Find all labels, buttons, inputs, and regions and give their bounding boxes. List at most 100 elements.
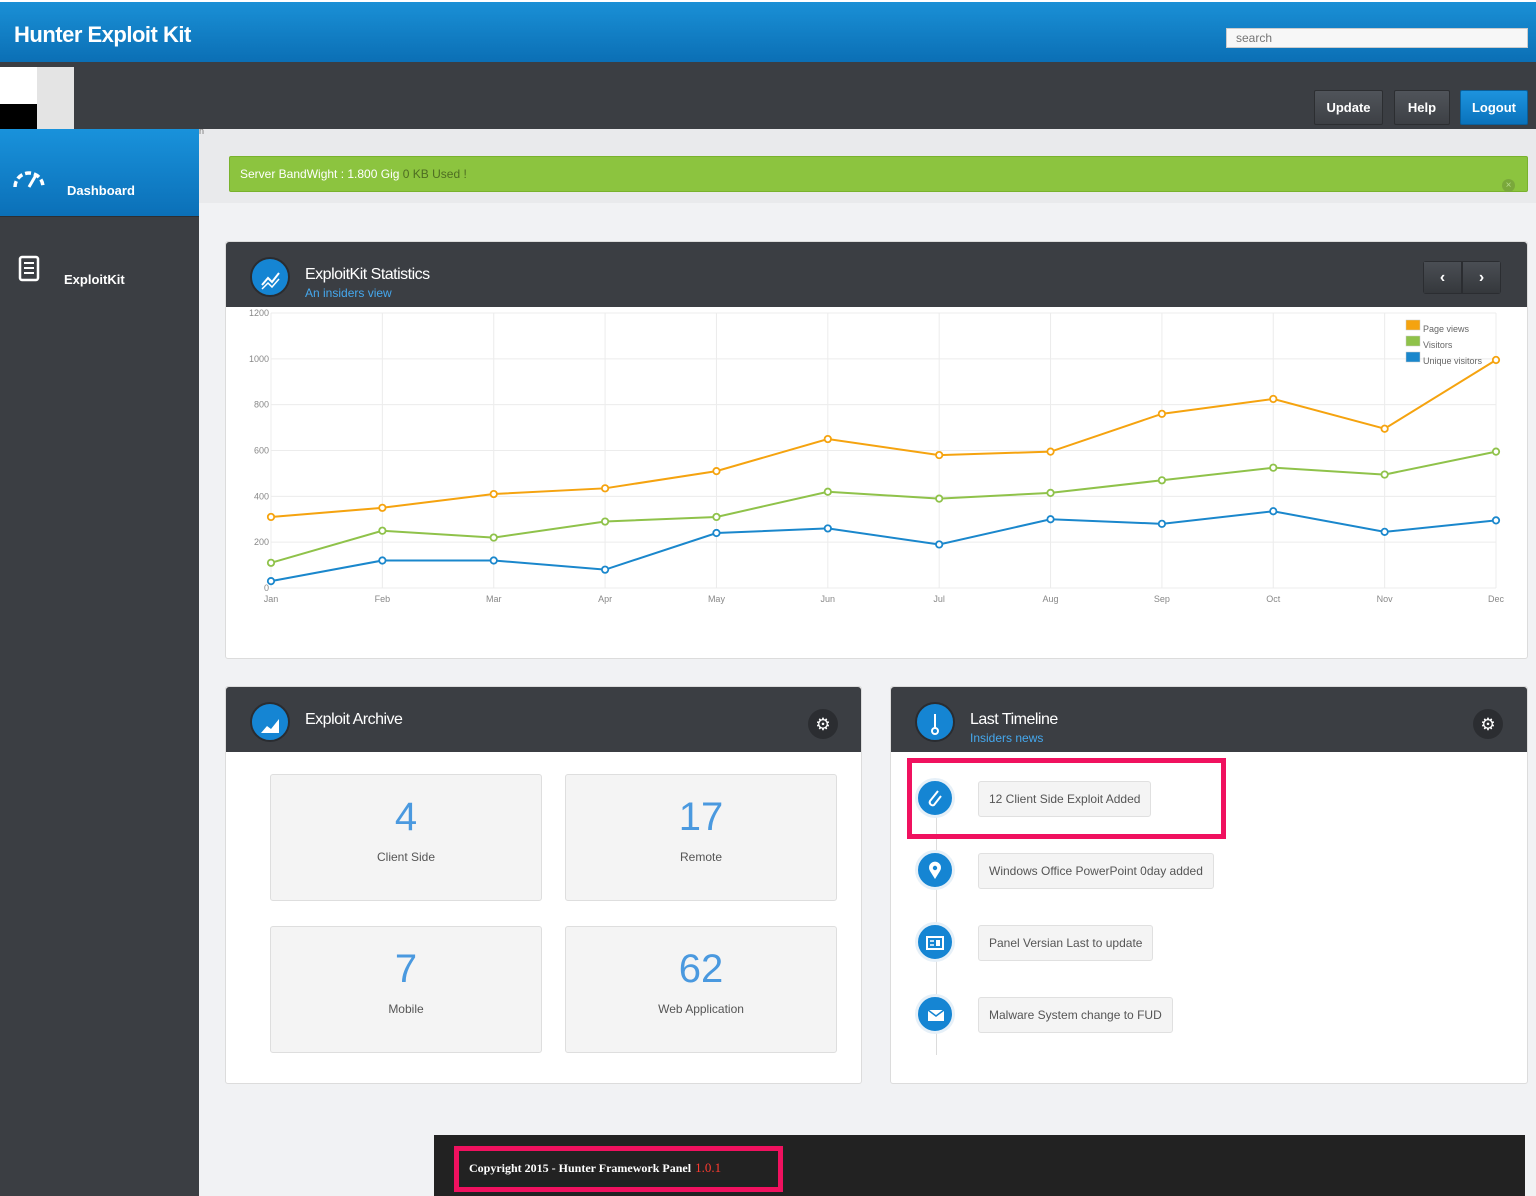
document-icon [18,255,40,282]
highlight-box [907,758,1226,839]
data-point [823,524,832,533]
legend-entry: Visitors [1423,340,1453,350]
panel-subtitle: An insiders view [305,286,392,300]
data-point [935,494,944,503]
data-point [1157,476,1167,485]
map-pin-icon [915,850,955,890]
sidebar-item-label: Dashboard [67,183,135,198]
update-button[interactable]: Update [1314,90,1383,125]
data-point [1269,507,1278,516]
data-point [489,556,498,565]
stat-value: 62 [678,947,724,991]
chevron-right-icon[interactable]: › [1462,261,1501,294]
stat-label: Web Application [658,1002,744,1016]
data-point [489,533,498,542]
stat-label: Client Side [376,850,436,864]
data-point [823,487,832,496]
data-point [712,528,721,538]
panel-title: Exploit Archive [305,711,403,728]
panel-subtitle: Insiders news [970,731,1044,745]
x-tick-label: Oct [1266,594,1281,604]
statistics-panel: ExploitKit Statistics An insiders view ‹… [225,241,1528,659]
stat-box-remote[interactable]: 17 Remote [565,774,837,901]
x-tick-label: Jan [264,594,279,604]
avatar [0,67,74,129]
logout-button[interactable]: Logout [1460,90,1528,125]
app-title: Hunter Exploit Kit [14,22,191,47]
timeline-item: Malware System change to FUD [978,997,1173,1033]
bandwidth-alert: Server BandWight : 1.800 Gig 0 KB Used !… [229,156,1528,192]
x-tick-label: May [708,594,726,604]
y-tick-label: 1000 [249,354,269,364]
series-line [270,359,1497,518]
search-input[interactable] [1226,28,1528,48]
data-point [1380,470,1389,479]
data-point [823,434,832,444]
data-point [712,512,721,522]
stat-box-web-application[interactable]: 62 Web Application [565,926,837,1053]
data-point [712,467,721,476]
stat-value: 4 [394,795,418,839]
y-tick-label: 0 [264,583,269,593]
data-point [1157,519,1167,528]
y-tick-label: 800 [254,400,269,410]
alert-used: 0 KB Used ! [399,167,467,181]
data-point [935,450,944,460]
legend-swatch [1405,319,1421,331]
data-point [1046,515,1055,524]
top-bar: Hunter Exploit Kit [0,0,1536,62]
chart-trend-icon [250,257,290,297]
series-line [270,450,1497,564]
stat-value: 7 [394,947,418,991]
data-point [600,517,610,526]
speedometer-icon [13,171,45,188]
alert-label: Server BandWight : 1.800 Gig [240,167,400,181]
close-icon[interactable]: × [1502,179,1515,192]
sidebar-item-label: ExploitKit [64,272,125,287]
legend-entry: Unique visitors [1423,356,1483,366]
chevron-left-icon[interactable]: ‹ [1423,261,1462,294]
gear-icon[interactable]: ⚙ [1473,709,1503,739]
data-point [600,484,610,493]
data-point [489,489,498,499]
data-point [378,526,387,535]
series-line [270,510,1497,583]
data-point [935,540,944,549]
y-tick-label: 400 [254,491,269,501]
data-point [1491,447,1501,456]
data-point [1046,488,1055,497]
y-tick-label: 600 [254,446,269,456]
data-point [1269,463,1278,472]
sidebar-item-exploitkit[interactable]: ExploitKit [0,216,199,312]
data-point [378,503,387,512]
legend-entry: Page views [1423,324,1470,334]
stat-box-client-side[interactable]: 4 Client Side [270,774,542,901]
data-point [1269,394,1278,404]
timeline-item: Windows Office PowerPoint 0day added [978,853,1214,889]
data-point [266,558,276,567]
envelope-icon [915,994,955,1034]
panel-header: Exploit Archive ⚙ [226,687,861,752]
stat-label: Mobile [388,1002,424,1016]
help-button[interactable]: Help [1394,90,1450,125]
x-tick-label: Jul [933,594,945,604]
legend-swatch [1405,351,1421,363]
legend-swatch [1405,335,1421,347]
stat-box-mobile[interactable]: 7 Mobile [270,926,542,1053]
stat-label: Remote [679,850,723,864]
header-toolbar [0,62,1536,129]
panel-header: Last Timeline Insiders news ⚙ [891,687,1527,752]
panel-title: ExploitKit Statistics [305,266,430,283]
id-card-icon [915,922,955,962]
sidebar-item-dashboard[interactable]: Dashboard [0,129,199,216]
line-chart: 0 200 400 600 800 1000 1200 Jan Feb Mar Apr May Jun J… [249,308,1505,604]
panel-title: Last Timeline [970,711,1058,728]
x-tick-label: Aug [1043,594,1059,604]
y-tick-label: 1200 [249,308,269,318]
data-point [1380,527,1389,536]
x-tick-label: Nov [1377,594,1394,604]
timeline-item: Panel Versian Last to update [978,925,1154,961]
data-point [1157,409,1167,418]
gear-icon[interactable]: ⚙ [808,709,838,739]
highlight-box [454,1146,783,1192]
